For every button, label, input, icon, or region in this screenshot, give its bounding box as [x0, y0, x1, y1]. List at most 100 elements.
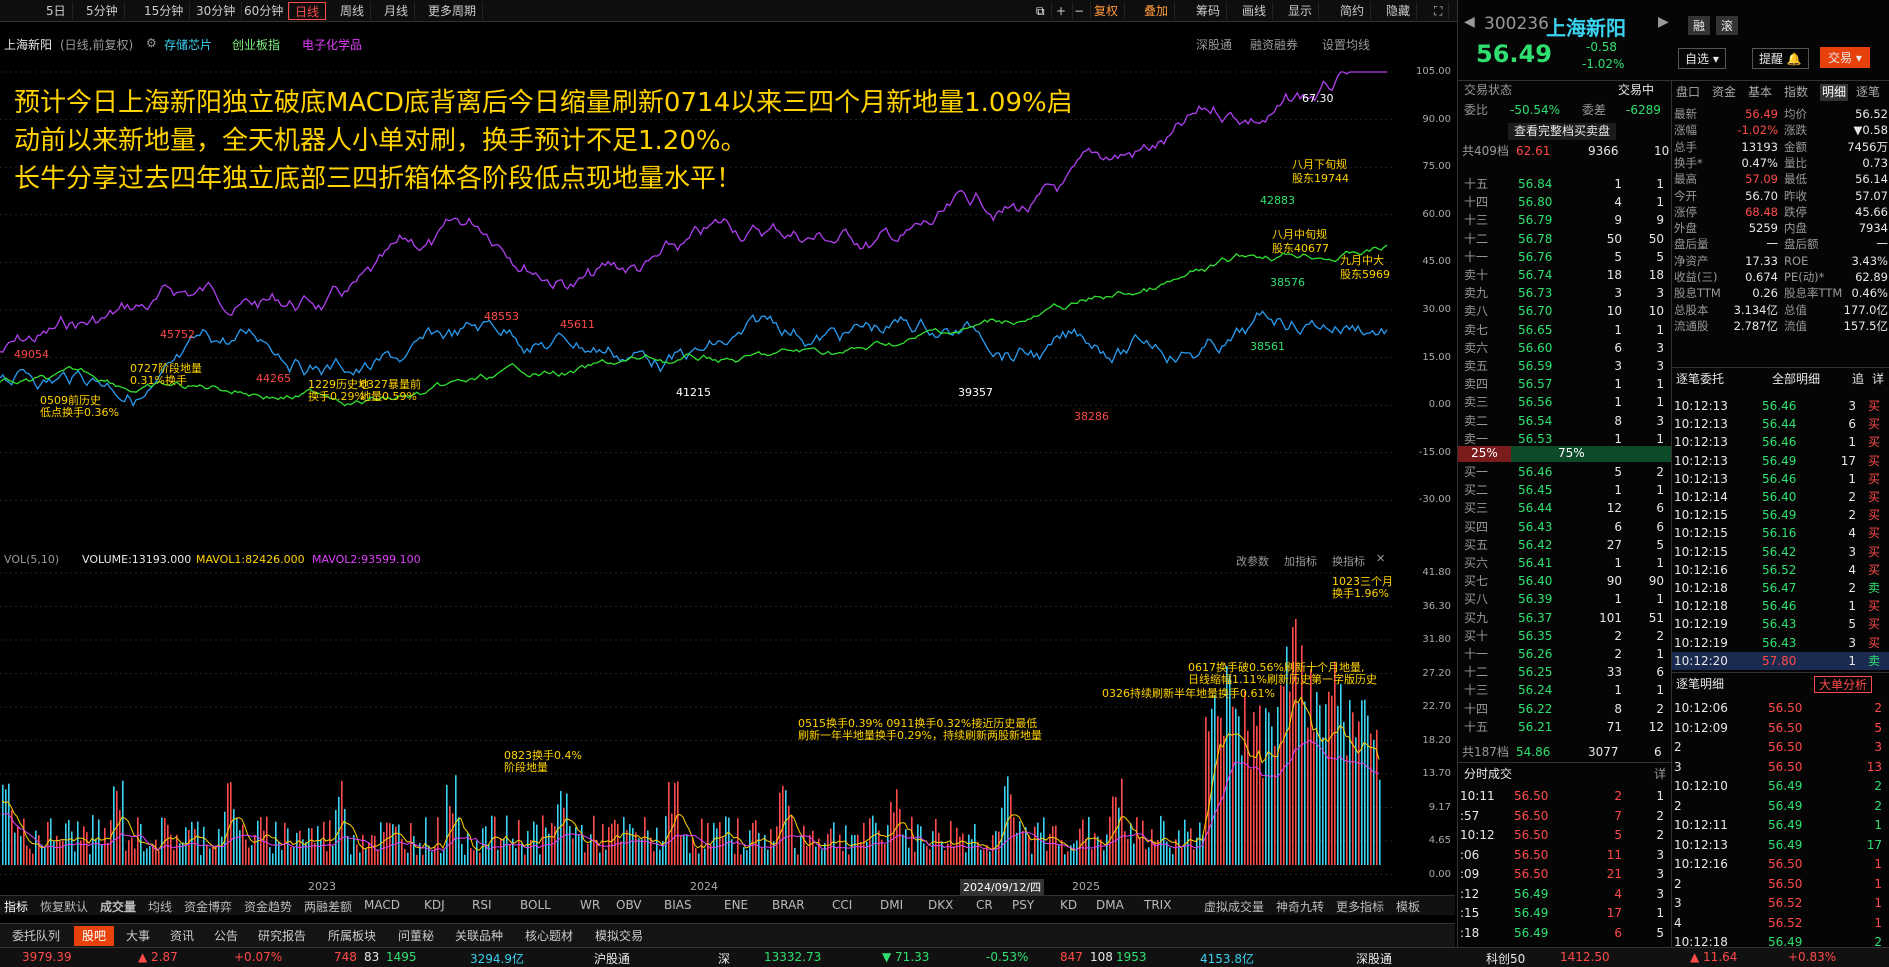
period-monthly[interactable]: 月线	[378, 2, 416, 20]
display-button[interactable]: 显示	[1282, 2, 1320, 20]
info-tab[interactable]: 资金	[1712, 84, 1736, 101]
full-book-button[interactable]: 查看完整档买卖盘	[1508, 123, 1617, 140]
indicator-tab[interactable]: 资金博弈	[184, 898, 232, 915]
indicator-tab[interactable]: OBV	[616, 898, 642, 912]
sgt-link[interactable]: 深股通	[1196, 36, 1232, 53]
tag-gem-index[interactable]: 创业板指	[232, 36, 280, 53]
indicator-tab[interactable]: 均线	[148, 898, 172, 915]
info-tab[interactable]: 逐笔	[1856, 84, 1880, 101]
camera-icon[interactable]: ⧉	[1030, 2, 1052, 20]
indicator-tab[interactable]: 神奇九转	[1276, 898, 1324, 915]
close-icon[interactable]: ✕	[1376, 552, 1385, 565]
entrust-filter[interactable]: 全部明细	[1772, 371, 1820, 388]
hide-button[interactable]: 隐藏	[1380, 2, 1418, 20]
bid-level: 买一	[1464, 465, 1489, 479]
entrust-detail-button[interactable]: 详	[1872, 371, 1884, 388]
indicator-tab[interactable]: BIAS	[664, 898, 692, 912]
entrust-chase-button[interactable]: 追	[1852, 371, 1864, 388]
volume-bar	[554, 826, 556, 865]
bottom-tab[interactable]: 资讯	[162, 926, 202, 946]
ask-count: 1	[1656, 322, 1664, 337]
bottom-tab[interactable]: 研究报告	[250, 926, 314, 946]
ask-price: 56.74	[1518, 268, 1553, 282]
margin-badge[interactable]: 融	[1688, 16, 1711, 35]
entrust-price: 56.44	[1762, 417, 1797, 432]
bottom-tab[interactable]: 公告	[206, 926, 246, 946]
indicator-tab[interactable]: 指标	[4, 898, 28, 915]
volume-bar	[257, 820, 259, 865]
stat-value: 2.787亿	[1733, 318, 1778, 333]
period-more[interactable]: 更多周期	[422, 2, 484, 20]
indicator-tab[interactable]: DKX	[928, 898, 953, 912]
volume-annotation: 0617换手破0.56%刷新十个月地量,	[1188, 660, 1364, 674]
bottom-tab[interactable]: 股吧	[74, 926, 115, 946]
volume-chart[interactable]: 1023三个月换手1.96%0617换手破0.56%刷新十个月地量,日线缩幅1.…	[0, 565, 1455, 875]
indicator-tab[interactable]: 虚拟成交量	[1204, 898, 1264, 915]
indicator-tab[interactable]: KD	[1060, 898, 1077, 912]
indicator-tab[interactable]: WR	[580, 898, 600, 912]
volume-bar	[1148, 847, 1150, 865]
info-tab[interactable]: 基本	[1748, 84, 1772, 101]
trade-button[interactable]: 交易 ▾	[1820, 47, 1870, 68]
indicator-tab[interactable]: DMI	[880, 898, 903, 912]
bottom-tab[interactable]: 关联品种	[447, 926, 511, 946]
indicator-tab[interactable]: 成交量	[100, 898, 136, 915]
volume-bar	[146, 848, 148, 865]
period-5min[interactable]: 5分钟	[80, 2, 125, 20]
indicator-tab[interactable]: BOLL	[520, 898, 551, 912]
indicator-tab[interactable]: PSY	[1012, 898, 1034, 912]
settings-icon[interactable]: ⚙	[146, 36, 157, 50]
indicator-tab[interactable]: 恢复默认	[40, 898, 88, 915]
volume-bar	[269, 847, 271, 865]
indicator-tab[interactable]: CCI	[832, 898, 852, 912]
tick-more-button[interactable]: 详	[1654, 766, 1666, 783]
indicator-tab[interactable]: BRAR	[772, 898, 805, 912]
indicator-tab[interactable]: TRIX	[1144, 898, 1171, 912]
indicator-tab[interactable]: 模板	[1396, 898, 1420, 915]
period-30min[interactable]: 30分钟	[190, 2, 243, 20]
bottom-tab[interactable]: 核心题材	[517, 926, 581, 946]
bottom-tab[interactable]: 问董秘	[390, 926, 442, 946]
ma-settings-link[interactable]: 设置均线	[1322, 36, 1370, 53]
bid-volume: 2	[1614, 628, 1622, 643]
info-tab[interactable]: 指数	[1784, 84, 1808, 101]
fullscreen-icon[interactable]: ⛶	[1428, 2, 1450, 20]
info-tab[interactable]: 明细	[1820, 84, 1849, 101]
indicator-tab[interactable]: 两融差额	[304, 898, 352, 915]
sgt-label[interactable]: 深股通	[1356, 950, 1392, 967]
roll-badge[interactable]: 滚	[1716, 16, 1739, 35]
hgt-label[interactable]: 沪股通	[594, 950, 630, 967]
chips-button[interactable]: 筹码	[1190, 2, 1228, 20]
indicator-tab[interactable]: RSI	[472, 898, 492, 912]
margin-link[interactable]: 融资融券	[1250, 36, 1298, 53]
period-60min[interactable]: 60分钟	[238, 2, 291, 20]
alert-button[interactable]: 提醒 🔔	[1752, 48, 1809, 69]
bottom-tab[interactable]: 大事	[118, 926, 158, 946]
adjust-button[interactable]: 复权	[1088, 2, 1126, 20]
tag-storage-chip[interactable]: 存储芯片	[164, 36, 212, 53]
bottom-tab[interactable]: 模拟交易	[587, 926, 651, 946]
period-weekly[interactable]: 周线	[334, 2, 372, 20]
prev-stock-icon[interactable]: ◀	[1464, 14, 1475, 30]
bottom-tab[interactable]: 所属板块	[320, 926, 384, 946]
indicator-tab[interactable]: 资金趋势	[244, 898, 292, 915]
indicator-tab[interactable]: DMA	[1096, 898, 1124, 912]
period-daily[interactable]: 日线	[288, 2, 327, 20]
period-5day[interactable]: 5日	[40, 2, 73, 20]
period-15min[interactable]: 15分钟	[138, 2, 191, 20]
overlay-button[interactable]: 叠加	[1138, 2, 1176, 20]
simple-button[interactable]: 简约	[1334, 2, 1372, 20]
indicator-tab[interactable]: 更多指标	[1336, 898, 1384, 915]
draw-button[interactable]: 画线	[1236, 2, 1274, 20]
info-tab[interactable]: 盘口	[1676, 84, 1700, 101]
self-select-button[interactable]: 自选 ▾	[1678, 48, 1726, 69]
tag-chemicals[interactable]: 电子化学品	[302, 36, 362, 53]
indicator-tab[interactable]: CR	[976, 898, 993, 912]
indicator-tab[interactable]: MACD	[364, 898, 400, 912]
bottom-tab[interactable]: 委托队列	[4, 926, 68, 946]
indicator-tab[interactable]: ENE	[724, 898, 748, 912]
big-order-button[interactable]: 大单分析	[1814, 676, 1873, 693]
volume-bar	[203, 826, 205, 865]
next-stock-icon[interactable]: ▶	[1658, 14, 1669, 30]
indicator-tab[interactable]: KDJ	[424, 898, 445, 912]
